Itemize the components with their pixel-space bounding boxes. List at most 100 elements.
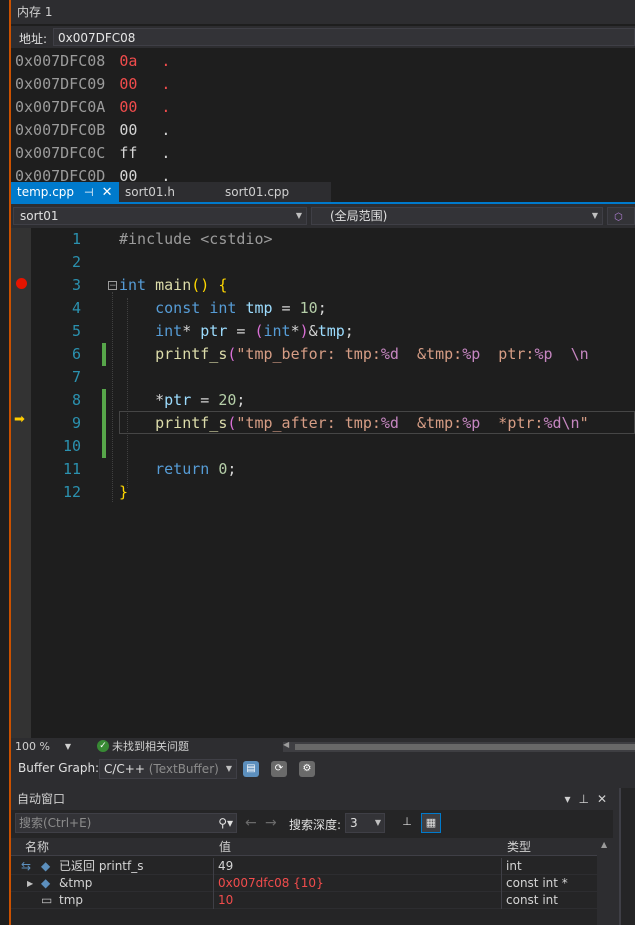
code-token: return — [155, 460, 210, 478]
code-token: * — [290, 322, 300, 340]
forward-arrow-icon[interactable]: → — [265, 815, 277, 831]
address-input[interactable]: 0x007DFC08 — [53, 28, 635, 46]
pin-icon[interactable]: ⊥ — [578, 792, 588, 806]
chevron-down-icon: ▼ — [591, 211, 598, 220]
memory-address: 0x007DFC09 — [15, 75, 106, 93]
graph-view-icon[interactable]: ▤ — [243, 761, 259, 777]
code-line[interactable]: return 0; — [119, 458, 236, 481]
memory-row[interactable]: 0x007DFC08 0a. — [15, 50, 170, 73]
tab-sort01-cpp[interactable]: sort01.cpp — [219, 182, 331, 202]
buffer-graph-dropdown[interactable]: C/C++ (TextBuffer) ▼ — [99, 759, 237, 779]
buffer-graph-hint: (TextBuffer) — [148, 762, 219, 776]
memory-byte[interactable]: 00 — [119, 96, 161, 119]
table-row[interactable]: ⇆ ◆ 已返回 printf_s 49 int — [11, 858, 613, 875]
table-row[interactable]: ▭ tmp 10 const int — [11, 892, 613, 909]
row-type: int — [506, 859, 522, 873]
code-token: = — [227, 322, 255, 340]
code-token: ) — [299, 322, 309, 340]
memory-row[interactable]: 0x007DFC09 00. — [15, 73, 170, 96]
memory-row[interactable]: 0x007DFC0A 00. — [15, 96, 170, 119]
graph-refresh-icon[interactable]: ⟳ — [271, 761, 287, 777]
code-token: main — [155, 276, 192, 294]
horizontal-scrollbar[interactable]: ◀ — [283, 740, 635, 752]
pin-icon[interactable]: ⊣ — [84, 186, 94, 199]
back-arrow-icon[interactable]: ← — [245, 815, 257, 831]
memory-byte[interactable]: 0a — [119, 50, 161, 73]
zoom-dropdown[interactable]: 100 % ▼ — [13, 739, 73, 755]
code-line[interactable]: printf_s("tmp_after: tmp:%d &tmp:%p *ptr… — [119, 412, 589, 435]
code-token: ptr — [200, 322, 228, 340]
code-token: ; — [344, 322, 354, 340]
code-line[interactable]: const int tmp = 10; — [119, 297, 327, 320]
row-value[interactable]: 10 — [218, 892, 233, 909]
tab-sort01-h[interactable]: sort01.h — [119, 182, 219, 202]
code-line[interactable]: } — [119, 481, 128, 504]
memory-byte[interactable]: 00 — [119, 119, 161, 142]
scrollbar-thumb[interactable] — [295, 744, 635, 750]
autos-search-input[interactable]: 搜索(Ctrl+E) ⚲▾ — [15, 813, 237, 833]
code-line[interactable]: int* ptr = (int*)&tmp; — [119, 320, 354, 343]
change-marker — [102, 389, 106, 458]
memory-address: 0x007DFC0C — [15, 144, 106, 162]
code-line[interactable]: #include <cstdio> — [119, 228, 273, 251]
scroll-left-icon[interactable]: ◀ — [283, 740, 289, 749]
autos-window-title[interactable]: 自动窗口 ▾ ⊥ ✕ — [11, 788, 613, 810]
memory-byte[interactable]: 00 — [119, 165, 161, 182]
navigation-bar: sort01 ▼ (全局范围) ▼ ⬡ m — [11, 204, 635, 241]
code-editor[interactable]: ➡ 1 2 3 4 5 6 7 8 9 10 11 12 − #include <cstdio> int… — [11, 228, 635, 738]
line-number: 7 — [71, 368, 81, 386]
search-depth-dropdown[interactable]: 3 ▼ — [345, 813, 385, 833]
row-name: tmp — [59, 893, 84, 907]
tab-bar-empty — [331, 182, 635, 202]
window-menu-icon[interactable]: ▾ — [564, 792, 570, 806]
memory-char: . — [161, 75, 171, 93]
memory-window-title[interactable]: 内存 1 — [11, 0, 635, 24]
row-value[interactable]: 0x007dfc08 {10} — [218, 875, 324, 892]
column-value[interactable]: 值 — [219, 838, 231, 856]
line-number: 9 — [71, 414, 81, 432]
line-number: 10 — [62, 437, 81, 455]
breakpoint-icon[interactable] — [16, 278, 27, 289]
issues-status[interactable]: 未找到相关问题 — [112, 739, 189, 755]
line-number: 8 — [71, 391, 81, 409]
buffer-graph-bar: Buffer Graph: C/C++ (TextBuffer) ▼ ▤ ⟳ ⚙ — [11, 756, 635, 782]
code-line[interactable]: int main() { — [119, 274, 227, 297]
memory-row[interactable]: 0x007DFC0D 00. — [15, 165, 170, 182]
variable-icon: ◆ — [41, 876, 51, 890]
pin-watch-icon[interactable]: ⊥ — [397, 813, 417, 833]
column-separator — [501, 892, 502, 909]
code-token: %p — [462, 345, 481, 363]
column-type[interactable]: 类型 — [507, 838, 531, 856]
code-line[interactable]: *ptr = 20; — [119, 389, 245, 412]
hex-display-icon[interactable]: ▦ — [421, 813, 441, 833]
memory-char: . — [161, 167, 171, 182]
code-line[interactable]: printf_s("tmp_befor: tmp:%d &tmp:%p ptr:… — [119, 343, 589, 366]
tab-temp-cpp[interactable]: temp.cpp ⊣ ✕ — [11, 182, 119, 202]
table-row[interactable]: ▶ ◆ &tmp 0x007dfc08 {10} const int * — [11, 875, 613, 892]
code-token: = — [272, 299, 300, 317]
column-separator — [501, 875, 502, 892]
row-value[interactable]: 49 — [218, 858, 233, 875]
memory-row[interactable]: 0x007DFC0C ff. — [15, 142, 170, 165]
memory-byte[interactable]: 00 — [119, 73, 161, 96]
memory-row[interactable]: 0x007DFC0B 00. — [15, 119, 170, 142]
close-icon[interactable]: ✕ — [102, 185, 113, 200]
instruction-pointer-icon: ➡ — [14, 412, 25, 427]
close-icon[interactable]: ✕ — [597, 792, 607, 806]
collapse-icon[interactable]: − — [108, 281, 117, 291]
code-token: \n — [561, 414, 580, 432]
scope-dropdown[interactable]: (全局范围) ▼ — [311, 207, 603, 225]
member-dropdown[interactable]: ⬡ m — [607, 207, 635, 241]
search-icon[interactable]: ⚲▾ — [218, 814, 233, 832]
memory-byte[interactable]: ff — [119, 142, 161, 165]
scroll-up-icon[interactable]: ▲ — [601, 840, 607, 849]
vertical-scrollbar[interactable]: ▲ — [597, 838, 613, 925]
graph-settings-icon[interactable]: ⚙ — [299, 761, 315, 777]
glyph-margin[interactable] — [11, 228, 31, 738]
expand-arrow-icon[interactable]: ▶ — [27, 875, 33, 892]
code-token: 10 — [299, 299, 318, 317]
column-name[interactable]: 名称 — [25, 838, 49, 856]
left-frame-border — [0, 0, 11, 925]
project-dropdown[interactable]: sort01 ▼ — [13, 207, 307, 225]
